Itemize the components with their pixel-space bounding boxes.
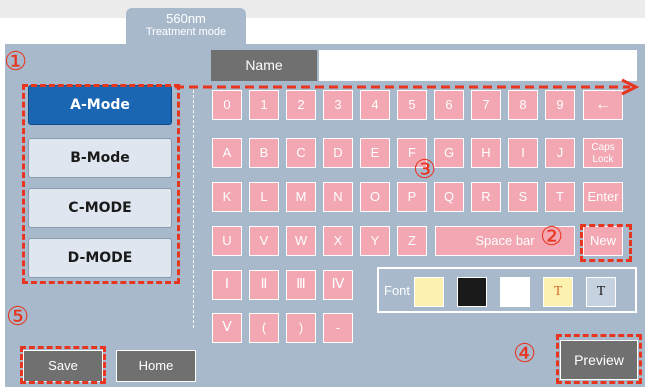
caps-lock-key[interactable]: Caps Lock (583, 138, 623, 168)
key-roman-2[interactable]: Ⅱ (249, 270, 279, 300)
key-v[interactable]: V (249, 226, 279, 256)
key-y[interactable]: Y (360, 226, 390, 256)
key-o[interactable]: O (360, 182, 390, 212)
key-g[interactable]: G (434, 138, 464, 168)
key-l[interactable]: L (249, 182, 279, 212)
callout-box-2 (580, 224, 632, 262)
top-strip (0, 0, 645, 18)
divider (193, 90, 194, 328)
font-swatch-black[interactable] (457, 277, 487, 307)
font-swatch-white[interactable] (500, 277, 530, 307)
callout-number-4: ④ (513, 338, 537, 368)
callout-box-5 (20, 346, 106, 384)
key-z[interactable]: Z (397, 226, 427, 256)
key-k[interactable]: K (212, 182, 242, 212)
callout-box-1 (22, 84, 180, 284)
font-swatch-t-yellow[interactable]: T (543, 277, 573, 307)
callout-number-1: ① (4, 46, 28, 76)
key-c[interactable]: C (286, 138, 316, 168)
key-n[interactable]: N (323, 182, 353, 212)
key-t[interactable]: T (545, 182, 575, 212)
key-roman-3[interactable]: Ⅲ (286, 270, 316, 300)
tab-subtitle: Treatment mode (145, 26, 227, 38)
name-input[interactable] (319, 50, 637, 81)
key-w[interactable]: W (286, 226, 316, 256)
key-i[interactable]: I (508, 138, 538, 168)
callout-number-3: ③ (413, 154, 437, 184)
key-roman-5[interactable]: Ⅴ (212, 313, 242, 343)
key-p[interactable]: P (397, 182, 427, 212)
key-close-paren[interactable]: ) (286, 313, 316, 343)
key-d[interactable]: D (323, 138, 353, 168)
key-r[interactable]: R (471, 182, 501, 212)
key-q[interactable]: Q (434, 182, 464, 212)
tab-wavelength: 560nm (166, 11, 206, 26)
key-s[interactable]: S (508, 182, 538, 212)
callout-box-4 (556, 334, 642, 384)
key-roman-1[interactable]: Ⅰ (212, 270, 242, 300)
key-x[interactable]: X (323, 226, 353, 256)
treatment-screen: 560nm Treatment mode Name A-Mode B-Mode … (0, 0, 645, 387)
font-swatch-cream[interactable] (414, 277, 444, 307)
key-open-paren[interactable]: ( (249, 313, 279, 343)
callout-arrow-3 (175, 78, 640, 96)
treatment-mode-tab[interactable]: 560nm Treatment mode (126, 8, 246, 46)
key-e[interactable]: E (360, 138, 390, 168)
key-j[interactable]: J (545, 138, 575, 168)
key-roman-4[interactable]: Ⅳ (323, 270, 353, 300)
font-swatch-t-blue[interactable]: T (586, 277, 616, 307)
name-bar: Name (211, 50, 637, 81)
key-u[interactable]: U (212, 226, 242, 256)
callout-number-5: ⑤ (6, 301, 30, 331)
callout-number-2: ② (540, 221, 564, 251)
key-b[interactable]: B (249, 138, 279, 168)
font-label: Font (384, 283, 411, 298)
key-hyphen[interactable]: - (323, 313, 353, 343)
name-label: Name (211, 50, 317, 81)
key-a[interactable]: A (212, 138, 242, 168)
enter-key[interactable]: Enter (583, 182, 623, 212)
key-m[interactable]: M (286, 182, 316, 212)
key-h[interactable]: H (471, 138, 501, 168)
home-button[interactable]: Home (116, 350, 196, 382)
